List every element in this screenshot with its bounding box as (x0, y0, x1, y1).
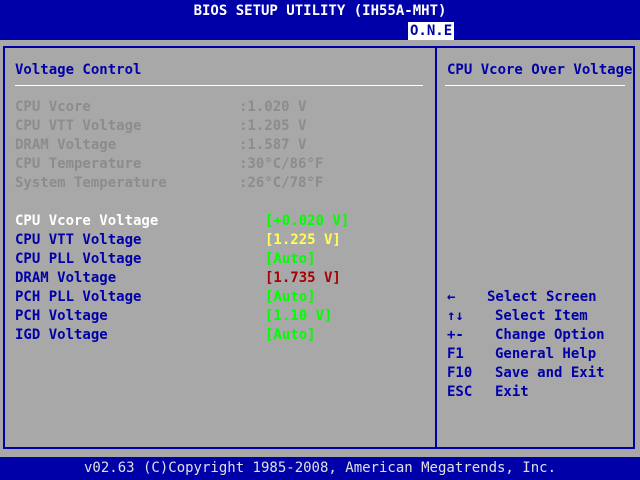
key-action: Save and Exit (495, 365, 605, 381)
setting-value: [+0.020 V] (265, 213, 350, 229)
key-action: Select Screen (487, 289, 597, 305)
setting-value: [1.735 V] (265, 270, 341, 286)
tab-one[interactable]: O.N.E (408, 22, 455, 40)
reading-cpu-vtt-label: CPU VTT Voltage (15, 118, 142, 134)
reading-cpu-vcore-value: :1.020 V (239, 99, 307, 115)
key-f1: F1 (447, 346, 464, 362)
key-action: Change Option (495, 327, 605, 343)
setting-value: [1.10 V] (265, 308, 333, 324)
section-title: Voltage Control (15, 62, 142, 78)
title-bar: BIOS SETUP UTILITY (IH55A-MHT) (0, 0, 640, 22)
panel-divider (435, 48, 437, 447)
reading-cpu-temp-label: CPU Temperature (15, 156, 142, 172)
copyright-text: v02.63 (C)Copyright 1985-2008, American … (83, 460, 556, 476)
setting-label: PCH PLL Voltage (15, 289, 142, 305)
key-action: Select Item (495, 308, 588, 324)
section-separator (15, 85, 423, 86)
reading-dram-value: :1.587 V (239, 137, 307, 153)
key-up-down-arrow-icon: ↑↓ (447, 308, 464, 324)
setting-label: DRAM Voltage (15, 270, 117, 286)
setting-label: IGD Voltage (15, 327, 108, 343)
key-left-arrow-icon: ← (447, 289, 456, 305)
setting-value: [Auto] (265, 289, 316, 305)
reading-cpu-vcore-label: CPU Vcore (15, 99, 91, 115)
key-plus-minus: +- (447, 327, 464, 343)
setting-label: PCH Voltage (15, 308, 108, 324)
setting-value: [1.225 V] (265, 232, 341, 248)
setting-label: CPU VTT Voltage (15, 232, 142, 248)
main-frame: Voltage Control CPU Vcore :1.020 V CPU V… (3, 46, 635, 449)
reading-cpu-vtt-value: :1.205 V (239, 118, 307, 134)
key-f10: F10 (447, 365, 473, 381)
setting-value: [Auto] (265, 251, 316, 267)
reading-cpu-temp-value: :30°C/86°F (239, 156, 324, 172)
reading-sys-temp-label: System Temperature (15, 175, 167, 191)
key-action: General Help (495, 346, 597, 362)
setting-label: CPU Vcore Voltage (15, 213, 159, 229)
key-esc: ESC (447, 384, 473, 400)
reading-dram-label: DRAM Voltage (15, 137, 117, 153)
setting-label: CPU PLL Voltage (15, 251, 142, 267)
tab-strip: O.N.E (0, 22, 640, 40)
bios-title: BIOS SETUP UTILITY (IH55A-MHT) (193, 3, 447, 19)
setting-value: [Auto] (265, 327, 316, 343)
reading-sys-temp-value: :26°C/78°F (239, 175, 324, 191)
help-text: CPU Vcore Over Voltage (447, 62, 633, 78)
footer-bar: v02.63 (C)Copyright 1985-2008, American … (0, 457, 640, 480)
key-action: Exit (495, 384, 529, 400)
help-separator (445, 85, 625, 86)
